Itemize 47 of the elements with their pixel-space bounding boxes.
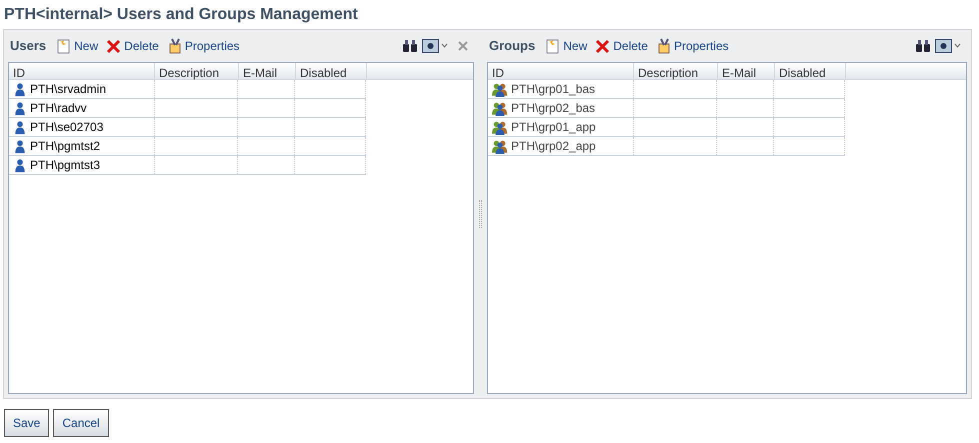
delete-icon <box>106 38 122 54</box>
user-icon <box>13 82 27 96</box>
column-header[interactable]: Disabled <box>775 63 846 79</box>
column-header[interactable]: ID <box>9 63 155 79</box>
panel-title: Users <box>10 37 46 56</box>
dialog-button[interactable]: Save <box>4 409 50 437</box>
user-icon <box>13 120 27 134</box>
group-icon <box>492 120 508 134</box>
dialog-button[interactable]: Cancel <box>53 409 109 437</box>
toolbar-button[interactable]: Delete <box>106 37 159 55</box>
toolbar-button[interactable]: Delete <box>595 37 648 55</box>
table-cell-text: PTH\grp01_bas <box>511 81 596 98</box>
toolbar-button[interactable]: Properties <box>166 37 240 55</box>
table-cell-text: PTH\pgmtst3 <box>30 157 100 174</box>
group-icon <box>492 138 508 154</box>
table-cell-text: PTH\grp02_app <box>511 138 596 155</box>
delete-icon <box>595 38 612 54</box>
toolbar-button[interactable]: Properties <box>656 37 729 55</box>
user-icon <box>13 158 27 172</box>
view-menu-icon[interactable] <box>935 39 961 53</box>
table-cell-text: PTH\radvv <box>30 100 87 117</box>
toolbar-button[interactable]: New <box>545 37 588 55</box>
table-cell-text: PTH\grp02_bas <box>511 100 596 117</box>
panel-title: Groups <box>489 37 536 56</box>
column-header[interactable]: Description <box>155 63 239 79</box>
user-icon <box>13 138 27 154</box>
table-cell-text: PTH\grp01_app <box>511 119 596 136</box>
page-title: PTH<internal> Users and Groups Management <box>4 5 359 25</box>
column-header[interactable]: Description <box>634 63 718 79</box>
properties-icon <box>166 38 183 54</box>
new-document-icon <box>545 38 562 54</box>
table-cell-text: PTH\pgmtst2 <box>30 138 100 155</box>
view-menu-icon[interactable] <box>422 39 448 53</box>
column-header[interactable]: Disabled <box>296 63 367 79</box>
binoculars-icon[interactable] <box>915 39 931 53</box>
binoculars-icon[interactable] <box>402 39 418 53</box>
properties-icon <box>656 38 672 54</box>
new-document-icon <box>56 38 72 54</box>
user-icon <box>13 100 27 116</box>
group-icon <box>492 100 508 116</box>
column-header[interactable]: E-Mail <box>239 63 296 79</box>
table-cell-text: PTH\srvadmin <box>30 81 106 98</box>
group-icon <box>492 82 508 96</box>
toolbar-button[interactable]: New <box>56 37 98 55</box>
column-header[interactable]: E-Mail <box>718 63 775 79</box>
table-cell-text: PTH\se02703 <box>30 119 104 136</box>
column-header[interactable]: ID <box>488 63 634 79</box>
